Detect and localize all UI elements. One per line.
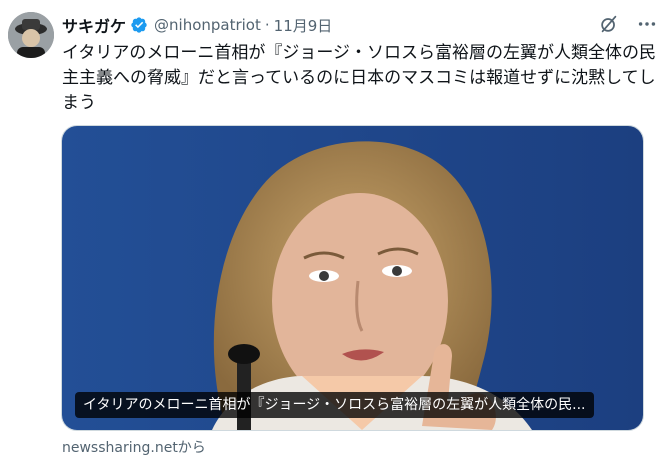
link-card[interactable]: イタリアのメローニ首相が『ジョージ・ソロスら富裕層の左翼が人類全体の民... [61, 125, 644, 431]
more-icon[interactable] [636, 13, 658, 35]
card-image [62, 126, 643, 430]
grok-icon[interactable] [598, 13, 620, 35]
display-name[interactable]: サキガケ [62, 13, 126, 37]
tweet[interactable]: サキガケ @nihonpatriot · 11月9日 イタリアのメローニ首相が『… [0, 0, 672, 460]
header-actions [598, 13, 658, 35]
separator-dot: · [264, 16, 270, 34]
tweet-header: サキガケ @nihonpatriot · 11月9日 [62, 13, 660, 37]
tweet-date[interactable]: 11月9日 [274, 15, 333, 36]
verified-badge-icon [131, 17, 147, 33]
card-source[interactable]: newssharing.netから [62, 437, 206, 457]
tweet-text: イタリアのメローニ首相が『ジョージ・ソロスら富裕層の左翼が人類全体の民主主義への… [62, 43, 656, 113]
author-handle[interactable]: @nihonpatriot [154, 16, 261, 34]
avatar[interactable] [8, 12, 54, 58]
card-caption: イタリアのメローニ首相が『ジョージ・ソロスら富裕層の左翼が人類全体の民... [75, 392, 594, 418]
